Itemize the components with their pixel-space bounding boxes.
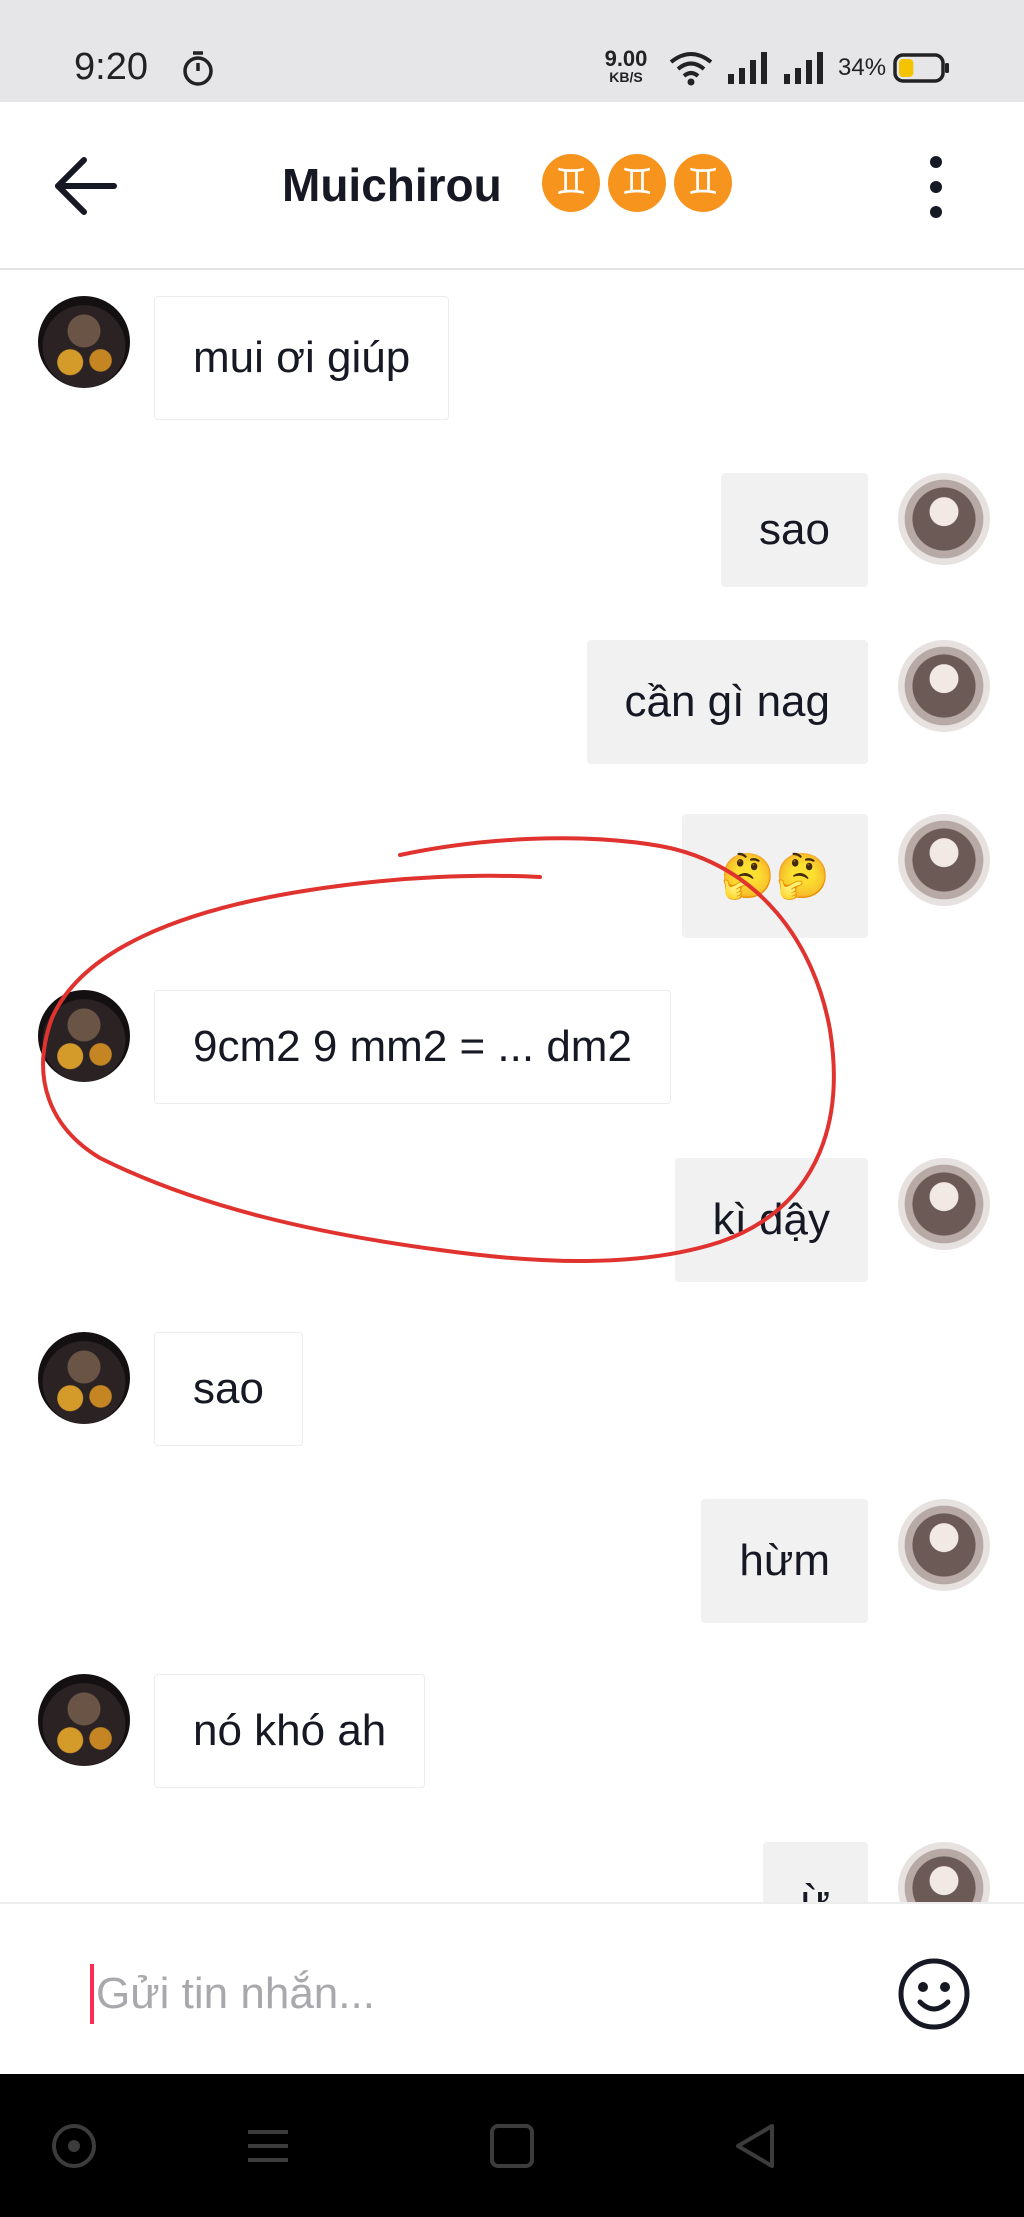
menu-icon[interactable] [240,2118,296,2174]
circle-home-icon[interactable] [46,2118,102,2174]
network-speed: 9.00 KB/S [598,46,654,85]
timer-icon [183,51,213,86]
avatar[interactable] [38,1332,130,1424]
message-input[interactable] [92,1954,856,2034]
chat-title: Muichirou [282,159,502,211]
avatar[interactable] [898,1499,990,1591]
avatar[interactable] [898,1158,990,1250]
title-emojis: ♊ ♊ ♊ [542,154,732,212]
battery-icon [893,53,949,83]
avatar[interactable] [898,473,990,565]
message-bubble-outgoing[interactable]: kì dậy [674,1158,868,1282]
avatar[interactable] [38,1674,130,1766]
battery-level-fill [899,59,914,77]
more-vertical-icon [930,156,942,218]
message-bubble-outgoing[interactable]: ừ [762,1842,868,1902]
signal-icon [728,52,767,84]
message-bubble-outgoing[interactable]: hừm [701,1499,868,1623]
gemini-emoji-icon: ♊ [674,154,732,212]
status-time: 9:20 [74,46,148,88]
message-bubble-incoming[interactable]: sao [154,1332,303,1446]
wifi-icon [669,52,713,86]
avatar[interactable] [898,640,990,732]
status-bar: 9:20 9.00 KB/S 34% [0,0,1024,102]
message-list[interactable]: mui ơi giúp sao cần gì nag 🤔🤔 9cm2 9 mm2… [0,270,1024,1902]
message-bubble-outgoing[interactable]: 🤔🤔 [682,814,868,938]
smiley-icon [898,1958,970,2030]
battery-percent: 34% [838,54,887,81]
message-composer [0,1902,1024,2076]
message-bubble-outgoing[interactable]: sao [721,473,868,587]
avatar[interactable] [38,990,130,1082]
square-recents-icon[interactable] [484,2118,540,2174]
signal-icon [784,52,823,84]
system-nav-bar [0,2074,1024,2217]
message-bubble-incoming[interactable]: mui ơi giúp [154,296,450,420]
message-bubble-outgoing[interactable]: cần gì nag [586,640,868,764]
arrow-left-icon [55,157,117,215]
network-speed-value: 9.00 [604,46,648,71]
avatar[interactable] [898,1842,990,1902]
message-bubble-incoming[interactable]: 9cm2 9 mm2 = ... dm2 [154,990,671,1104]
emoji-button[interactable] [896,1956,972,2032]
chat-header: Muichirou ♊ ♊ ♊ [0,102,1024,270]
more-options-button[interactable] [916,152,956,222]
message-bubble-incoming[interactable]: nó khó ah [154,1674,426,1788]
back-button[interactable] [50,154,120,218]
avatar[interactable] [898,814,990,906]
gemini-emoji-icon: ♊ [608,154,666,212]
avatar[interactable] [38,296,130,388]
gemini-emoji-icon: ♊ [542,154,600,212]
network-speed-unit: KB/S [609,69,643,85]
triangle-back-icon[interactable] [728,2118,784,2174]
